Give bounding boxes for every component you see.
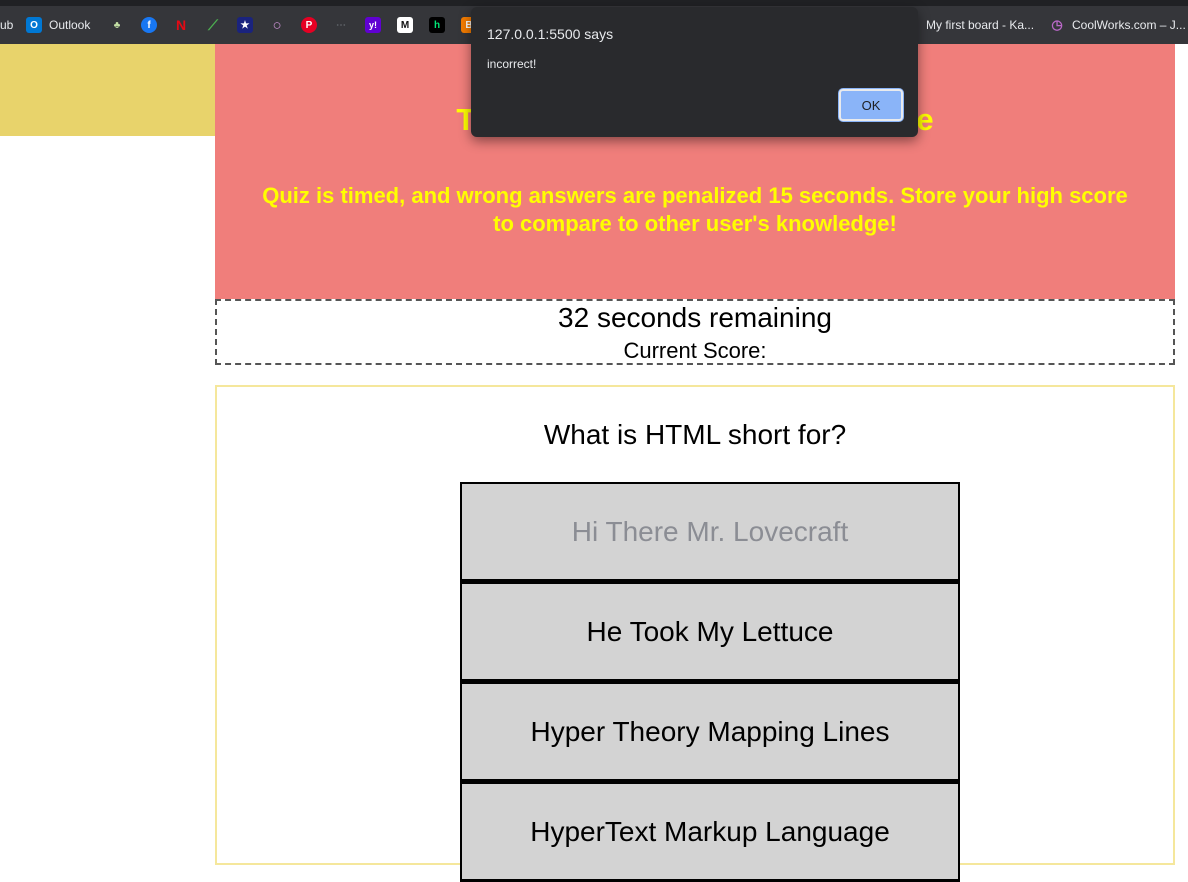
answer-button-3[interactable]: Hyper Theory Mapping Lines xyxy=(460,682,960,782)
star-icon: ★ xyxy=(237,17,253,33)
bookmark-label: ub xyxy=(0,18,14,32)
timer-remaining: 32 seconds remaining xyxy=(558,302,832,333)
answer-button-1[interactable]: Hi There Mr. Lovecraft xyxy=(460,482,960,582)
side-accent-block xyxy=(0,44,215,136)
bookmark-github[interactable]: ub xyxy=(0,16,13,34)
bookmark-h[interactable]: h xyxy=(429,16,445,34)
bookmark-bottle[interactable]: ♣ xyxy=(109,16,125,34)
bookmark-outlook[interactable]: O Outlook xyxy=(26,16,90,34)
netflix-icon: N xyxy=(175,17,187,33)
m-icon: M xyxy=(397,17,413,33)
question-panel: What is HTML short for? Hi There Mr. Lov… xyxy=(215,385,1175,882)
answer-button-4[interactable]: HyperText Markup Language xyxy=(460,782,960,882)
bookmark-star[interactable]: ★ xyxy=(237,16,253,34)
alert-message: incorrect! xyxy=(487,57,537,71)
alert-origin: 127.0.0.1:5500 says xyxy=(487,26,614,42)
bookmark-label: Outlook xyxy=(49,18,91,32)
question-text: What is HTML short for? xyxy=(543,419,847,450)
h-icon: h xyxy=(429,17,445,33)
current-score-label: Current Score: xyxy=(623,338,767,363)
bookmark-netflix[interactable]: N xyxy=(173,16,189,34)
bookmark-yahoo[interactable]: y! xyxy=(365,16,381,34)
ok-button[interactable]: OK xyxy=(839,89,903,121)
page-subtitle: Quiz is timed, and wrong answers are pen… xyxy=(262,183,1128,236)
timer-panel: 32 seconds remaining Current Score: xyxy=(215,299,1175,365)
dots-icon: ⋯ xyxy=(336,19,346,31)
bookmark-ring[interactable]: ○ xyxy=(269,16,285,34)
answer-button-2[interactable]: He Took My Lettuce xyxy=(460,582,960,682)
outlook-icon: O xyxy=(26,17,42,33)
bottle-icon: ♣ xyxy=(113,19,121,31)
answer-list: Hi There Mr. Lovecraft He Took My Lettuc… xyxy=(460,482,960,882)
ring-icon: ○ xyxy=(272,16,282,34)
pinterest-icon: P xyxy=(301,17,317,33)
mlb-icon: ⟋ xyxy=(208,16,218,33)
bookmark-facebook[interactable]: f xyxy=(141,16,157,34)
bookmark-m[interactable]: M xyxy=(397,16,413,34)
bookmark-mlb[interactable]: ⟋ xyxy=(205,16,221,34)
yahoo-icon: y! xyxy=(365,17,381,33)
alert-dialog: 127.0.0.1:5500 says incorrect! OK xyxy=(471,7,918,137)
bookmark-pinterest[interactable]: P xyxy=(301,16,317,34)
bookmark-trello[interactable]: My first board - Ka... xyxy=(926,16,1034,34)
bookmark-dots[interactable]: ⋯ xyxy=(333,16,349,34)
bookmark-label: CoolWorks.com – J... xyxy=(1072,18,1186,32)
facebook-icon: f xyxy=(141,17,157,33)
bookmark-label: My first board - Ka... xyxy=(926,18,1035,32)
bookmark-coolworks[interactable]: ◷ CoolWorks.com – J... xyxy=(1049,16,1186,34)
coolworks-icon: ◷ xyxy=(1051,17,1063,32)
